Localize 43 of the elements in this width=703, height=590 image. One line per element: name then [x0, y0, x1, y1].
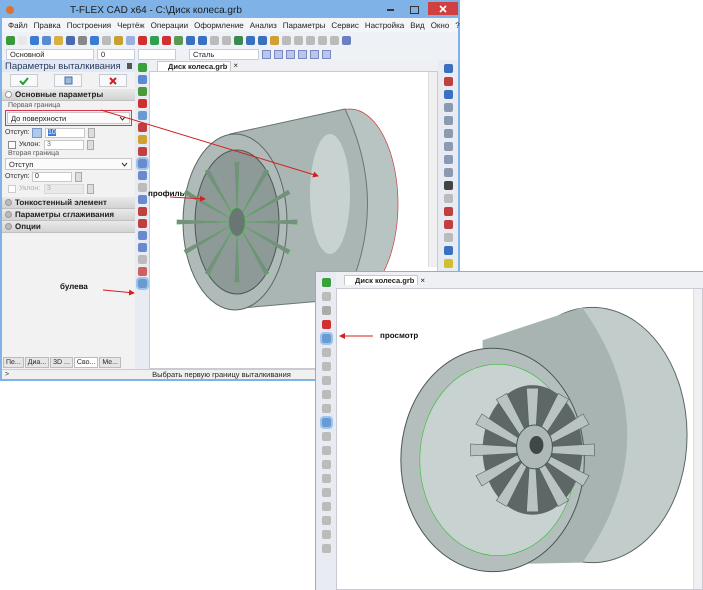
cross-icon	[108, 76, 117, 84]
expander-icon[interactable]	[5, 91, 12, 98]
close-tab-icon[interactable]: ×	[420, 276, 426, 284]
preview-button[interactable]	[54, 74, 82, 87]
menu-item[interactable]: Анализ	[250, 20, 277, 30]
menu-item[interactable]: Файл	[8, 20, 28, 30]
ok-button[interactable]	[10, 74, 38, 87]
menu-item[interactable]: Правка	[34, 20, 61, 30]
menu-item[interactable]: Окно	[430, 20, 450, 30]
menu-item[interactable]: Настройка	[364, 20, 404, 30]
menu-item[interactable]: Операции	[150, 20, 188, 30]
section-header[interactable]: Параметры сглаживания	[2, 209, 135, 221]
section-header[interactable]: Тонкостенный элемент	[2, 197, 135, 209]
direction-icon[interactable]	[32, 128, 42, 138]
priority-field[interactable]	[138, 48, 176, 60]
scrollbar[interactable]	[693, 289, 702, 589]
slope-checkbox[interactable]	[8, 140, 16, 148]
section-header[interactable]: Основные параметры	[2, 89, 135, 101]
check-icon	[19, 76, 30, 84]
menu-item[interactable]: Построения	[66, 20, 112, 30]
callout-label: булева	[60, 282, 88, 291]
preview-icon	[64, 76, 73, 85]
app-logo-icon	[6, 6, 14, 14]
cancel-button[interactable]	[98, 74, 127, 87]
arrow	[102, 290, 135, 296]
panel-title: Параметры выталкивания	[5, 60, 122, 72]
close-tab-icon[interactable]: ×	[233, 61, 238, 70]
menu-item[interactable]: Чертёж	[117, 20, 145, 30]
caret-icon	[121, 162, 128, 166]
slope-checkbox[interactable]	[8, 184, 16, 192]
arrow	[339, 333, 374, 339]
caret-icon	[119, 116, 126, 120]
section-header[interactable]: Опции	[2, 221, 135, 233]
callout-label: просмотр	[380, 331, 418, 340]
menu-item[interactable]: ?	[455, 20, 460, 30]
window-title: T-FLEX CAD x64 - C:\Диск колеса.grb	[70, 4, 243, 16]
menu-item[interactable]: Сервис	[331, 20, 359, 30]
menu-item[interactable]: Вид	[410, 20, 425, 30]
menu-item[interactable]: Оформление	[194, 20, 244, 30]
menu-item[interactable]: Параметры	[282, 20, 326, 30]
scrollbar[interactable]	[428, 72, 437, 267]
callout-label: профиль	[148, 189, 185, 198]
close-icon[interactable]	[428, 2, 458, 15]
